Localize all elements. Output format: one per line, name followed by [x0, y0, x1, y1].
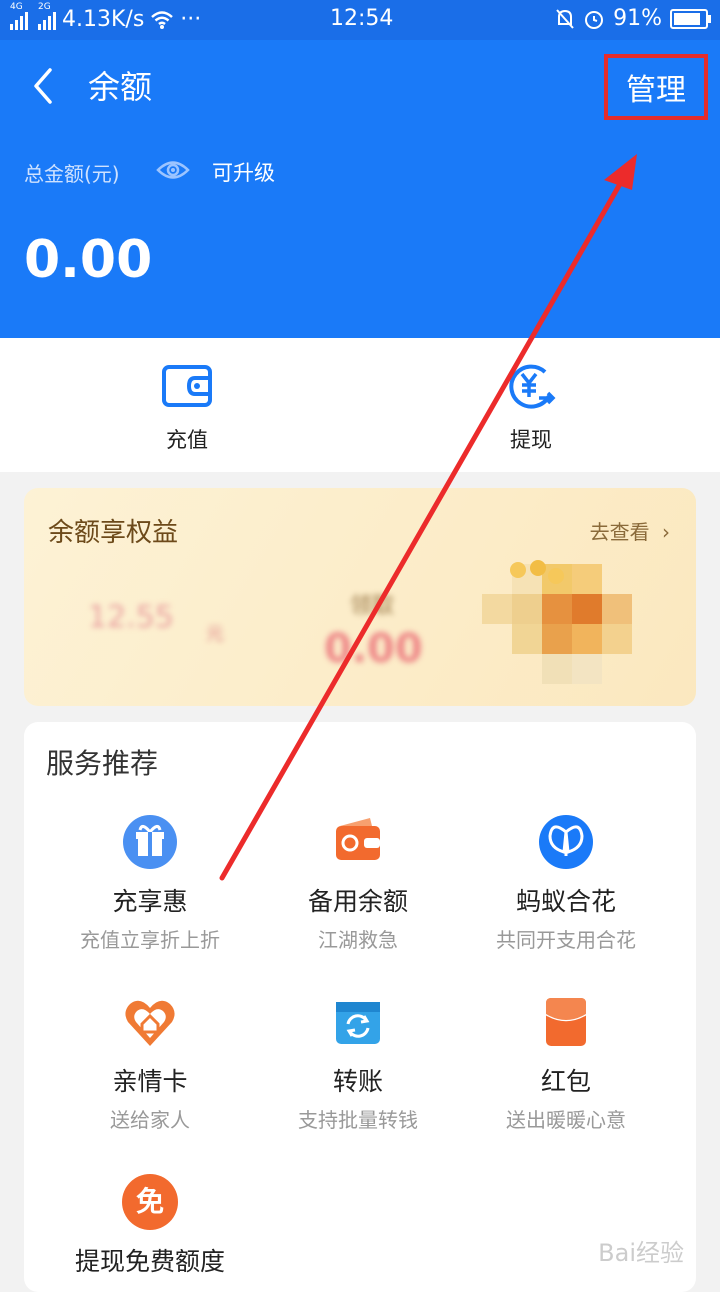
balance-amount: 0.00 [24, 230, 153, 290]
service-desc: 支持批量转钱 [298, 1108, 418, 1132]
service-desc: 送给家人 [110, 1108, 190, 1132]
wallet-icon [162, 365, 212, 407]
service-desc: 江湖救急 [318, 928, 398, 952]
service-name: 转账 [332, 1067, 383, 1096]
withdraw-button[interactable]: 提现 [471, 362, 591, 454]
service-item-family-card[interactable]: 亲情卡 送给家人 [46, 994, 254, 1133]
recharge-button[interactable]: 充值 [127, 362, 247, 454]
status-right: 91% [555, 6, 711, 31]
service-item-free-withdraw-quota[interactable]: 免 提现免费额度 [46, 1174, 254, 1278]
services-section: 服务推荐 充享惠 充值立享折上折 备用余额 江湖救急 蚂蚁合花 共同开支用合花 … [24, 722, 696, 1292]
signal-2g-icon: 2G [38, 2, 56, 33]
backup-wallet-icon [336, 818, 380, 860]
service-name: 备用余额 [307, 887, 408, 916]
battery-percent: 91% [613, 6, 662, 31]
battery-icon [670, 8, 711, 29]
chevron-right-icon: › [662, 520, 670, 544]
free-badge-text: 免 [135, 1185, 164, 1218]
status-time: 12:54 [330, 6, 394, 31]
service-item-red-envelope[interactable]: 红包 送出暖暖心意 [462, 994, 670, 1133]
back-arrow-icon[interactable] [28, 66, 60, 106]
watermark: Bai经验 [598, 1239, 684, 1267]
recharge-label: 充值 [166, 428, 208, 452]
view-benefits-label: 去查看 [589, 520, 650, 544]
view-benefits-link[interactable]: 去查看 › [590, 516, 670, 545]
service-name: 亲情卡 [112, 1067, 188, 1096]
service-item-backup-balance[interactable]: 备用余额 江湖救急 [254, 814, 462, 953]
free-badge-icon: 免 [122, 1174, 178, 1230]
status-left: 4G 2G 4.13K/s ··· [10, 2, 202, 33]
signal-4g-icon: 4G [10, 2, 28, 33]
blurred-amount: 12.55 [88, 600, 174, 635]
transfer-icon [336, 1002, 380, 1044]
balance-header: 余额 管理 总金额(元) 可升级 0.00 [0, 40, 720, 338]
eye-icon[interactable] [156, 157, 190, 183]
service-desc: 充值立享折上折 [80, 928, 220, 952]
more-dots: ··· [180, 7, 202, 32]
manage-button-label: 管理 [626, 73, 686, 108]
service-item-transfer[interactable]: 转账 支持批量转钱 [254, 994, 462, 1133]
benefits-title: 余额享权益 [48, 518, 179, 548]
red-envelope-icon [545, 998, 587, 1046]
heart-home-icon [125, 1000, 175, 1046]
service-name: 蚂蚁合花 [515, 887, 616, 916]
service-name: 提现免费额度 [74, 1247, 225, 1276]
upgrade-link[interactable]: 可升级 [212, 157, 275, 187]
manage-button[interactable]: 管理 [604, 54, 708, 120]
withdraw-label: 提现 [510, 428, 552, 452]
service-desc: 送出暖暖心意 [506, 1108, 626, 1132]
blurred-unit: 元 [206, 624, 224, 645]
wifi-icon [151, 10, 174, 29]
gift-icon [123, 815, 177, 869]
service-name: 充享惠 [112, 887, 188, 916]
yuan-withdraw-icon [509, 364, 556, 409]
alarm-icon [585, 10, 604, 29]
service-item-recharge-benefit[interactable]: 充享惠 充值立享折上折 [46, 814, 254, 953]
claim-caption: 领取 [350, 594, 395, 619]
page-title: 余额 [88, 68, 153, 106]
coins-icon [510, 560, 564, 584]
butterfly-icon [539, 815, 593, 869]
service-desc: 共同开支用合花 [496, 928, 636, 952]
claim-value: 0.00 [324, 626, 423, 672]
total-amount-label: 总金额(元) [24, 162, 120, 186]
service-item-ant-hehua[interactable]: 蚂蚁合花 共同开支用合花 [462, 814, 670, 953]
status-bar: 4G 2G 4.13K/s ··· 12:54 91% [0, 0, 720, 40]
services-title: 服务推荐 [46, 747, 159, 780]
service-name: 红包 [540, 1067, 591, 1096]
balance-benefits-card[interactable]: 余额享权益 去查看 › 12.55 元 领取 0.00 [24, 488, 696, 706]
quick-actions: 充值 提现 [0, 338, 720, 472]
network-speed: 4.13K/s [62, 7, 145, 32]
bell-mute-icon [556, 8, 574, 29]
